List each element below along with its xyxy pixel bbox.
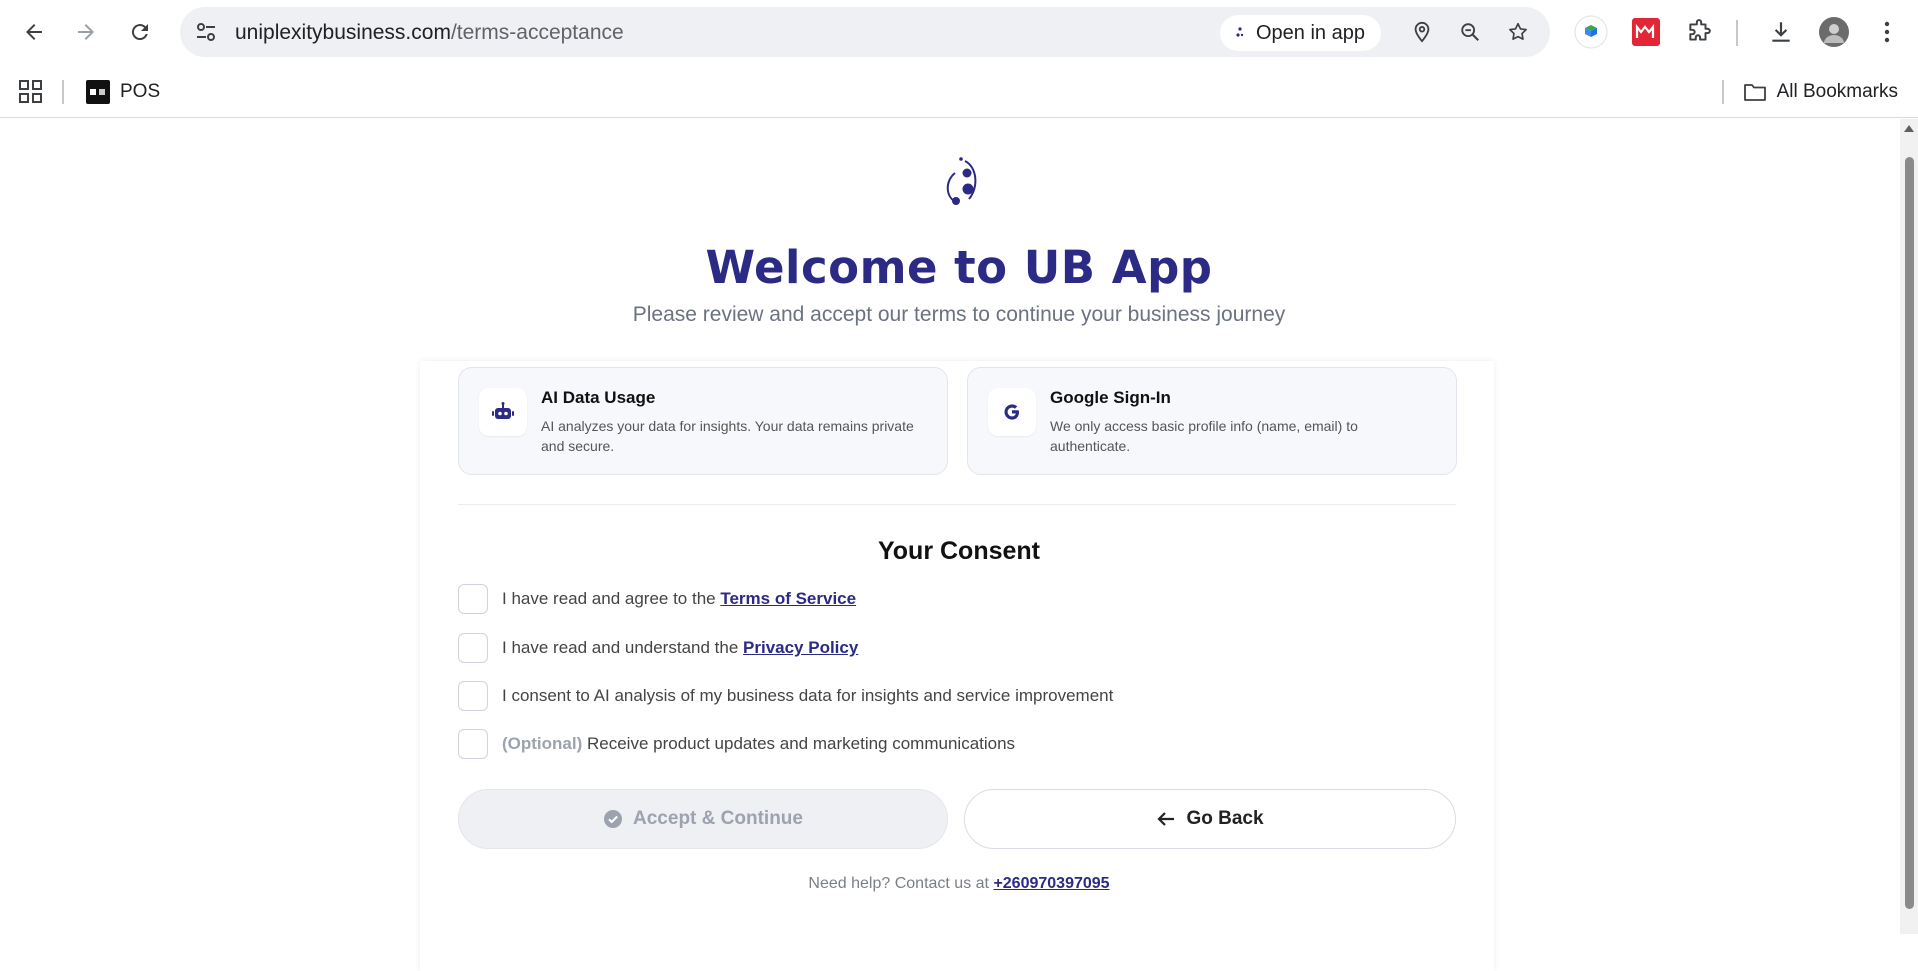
- scrollbar-thumb[interactable]: [1905, 157, 1914, 909]
- open-in-app-label: Open in app: [1256, 21, 1365, 44]
- consent-ai-row: I consent to AI analysis of my business …: [458, 681, 1113, 711]
- help-phone-link[interactable]: +260970397095: [993, 875, 1109, 892]
- privacy-checkbox[interactable]: [458, 633, 488, 663]
- extensions-puzzle-icon[interactable]: [1680, 13, 1718, 51]
- page-viewport: Welcome to UB App Please review and acce…: [0, 119, 1900, 971]
- marketing-consent-label: (Optional) Receive product updates and m…: [502, 734, 1016, 753]
- open-in-app-button[interactable]: Open in app: [1220, 15, 1381, 51]
- extension-m-icon[interactable]: [1627, 13, 1665, 51]
- page-scrollbar[interactable]: [1900, 119, 1918, 934]
- help-text: Need help? Contact us at +260970397095: [808, 875, 1110, 892]
- consent-terms-row: I have read and agree to the Terms of Se…: [458, 584, 856, 614]
- all-bookmarks-label: All Bookmarks: [1776, 81, 1898, 102]
- ai-data-usage-description: AI analyzes your data for insights. Your…: [541, 418, 914, 454]
- url-text[interactable]: uniplexitybusiness.com/terms-acceptance: [235, 21, 624, 45]
- bookmarks-bar: POS All Bookmarks: [0, 66, 1918, 118]
- go-back-label: Go Back: [1186, 808, 1264, 829]
- robot-icon: [479, 388, 527, 436]
- browser-toolbar: uniplexitybusiness.com/terms-acceptance …: [0, 0, 1918, 66]
- accept-continue-label: Accept & Continue: [633, 808, 803, 829]
- go-back-button[interactable]: Go Back: [964, 789, 1456, 849]
- zoom-icon[interactable]: [1456, 18, 1484, 46]
- consent-marketing-row: (Optional) Receive product updates and m…: [458, 729, 1015, 759]
- apps-grid-icon[interactable]: [18, 79, 44, 105]
- ub-app-logo: [946, 157, 977, 205]
- ai-data-usage-card: AI Data Usage AI analyzes your data for …: [458, 367, 948, 475]
- ai-analysis-consent-label: I consent to AI analysis of my business …: [502, 686, 1114, 705]
- bookmark-divider: [62, 80, 64, 104]
- bookmark-star-icon[interactable]: [1504, 18, 1532, 46]
- reload-icon[interactable]: [122, 14, 158, 50]
- ai-data-usage-title: AI Data Usage: [541, 388, 656, 407]
- toolbar-divider: [1736, 20, 1738, 46]
- back-icon[interactable]: [16, 14, 52, 50]
- more-menu-icon[interactable]: [1868, 13, 1906, 51]
- bookmark-pos-label: POS: [120, 81, 161, 102]
- scroll-up-arrow-icon[interactable]: [1904, 125, 1914, 132]
- google-icon: [988, 388, 1036, 436]
- page-title: Welcome to UB App: [705, 241, 1213, 294]
- bookmark-divider-right: [1722, 80, 1724, 104]
- ai-analysis-checkbox[interactable]: [458, 681, 488, 711]
- app-mini-icon: [1236, 27, 1244, 37]
- site-settings-icon[interactable]: [192, 18, 220, 46]
- extension-shield-icon[interactable]: [1572, 13, 1610, 51]
- bookmark-pos[interactable]: POS: [86, 76, 160, 108]
- terms-checkbox[interactable]: [458, 584, 488, 614]
- marketing-checkbox[interactable]: [458, 729, 488, 759]
- location-icon[interactable]: [1408, 18, 1436, 46]
- all-bookmarks-button[interactable]: All Bookmarks: [1743, 76, 1898, 108]
- privacy-consent-label: I have read and understand the Privacy P…: [502, 638, 859, 657]
- pos-favicon-icon: [86, 80, 110, 104]
- check-circle-icon: [604, 810, 623, 828]
- consent-privacy-row: I have read and understand the Privacy P…: [458, 633, 858, 663]
- optional-tag: (Optional): [502, 734, 583, 753]
- folder-icon: [1743, 84, 1766, 101]
- google-sign-in-description: We only access basic profile info (name,…: [1050, 418, 1358, 454]
- section-divider: [458, 504, 1456, 505]
- google-sign-in-card: Google Sign-In We only access basic prof…: [967, 367, 1457, 475]
- terms-of-service-link[interactable]: Terms of Service: [720, 589, 856, 608]
- download-icon[interactable]: [1762, 13, 1800, 51]
- privacy-policy-link[interactable]: Privacy Policy: [743, 638, 858, 657]
- address-bar[interactable]: uniplexitybusiness.com/terms-acceptance …: [180, 7, 1550, 57]
- page-subtitle: Please review and accept our terms to co…: [632, 303, 1286, 326]
- google-sign-in-title: Google Sign-In: [1050, 388, 1171, 407]
- accept-continue-button[interactable]: Accept & Continue: [458, 789, 948, 849]
- arrow-left-icon: [1157, 812, 1175, 826]
- forward-icon[interactable]: [68, 14, 104, 50]
- profile-avatar[interactable]: [1815, 13, 1853, 51]
- terms-consent-label: I have read and agree to the Terms of Se…: [502, 589, 857, 608]
- consent-heading: Your Consent: [877, 537, 1041, 565]
